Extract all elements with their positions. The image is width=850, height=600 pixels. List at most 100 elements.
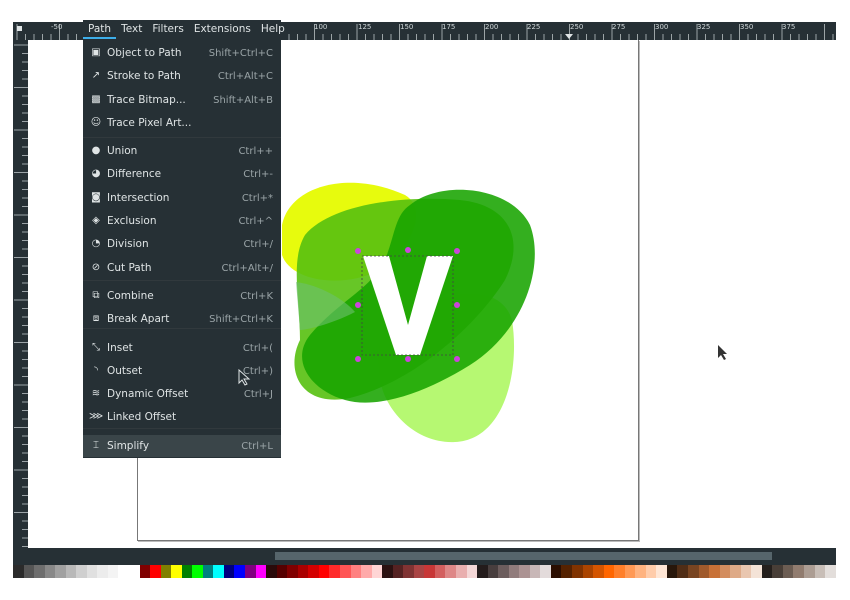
palette-swatch[interactable] xyxy=(255,565,267,578)
menu-item-exclusion[interactable]: ◈ Exclusion Ctrl+^ xyxy=(83,210,281,232)
menu-item-trace-pixel-art[interactable]: ☺ Trace Pixel Art... xyxy=(83,112,281,134)
palette-swatch[interactable] xyxy=(782,565,794,578)
palette-swatch[interactable] xyxy=(308,565,319,578)
palette-swatch[interactable] xyxy=(582,565,594,578)
menu-item-cut-path[interactable]: ⊘ Cut Path Ctrl+Alt+/ xyxy=(83,257,281,279)
palette-swatch[interactable] xyxy=(635,565,646,578)
palette-swatch[interactable] xyxy=(688,565,699,578)
palette-swatch[interactable] xyxy=(804,565,815,578)
menu-item-union[interactable]: ● Union Ctrl++ xyxy=(83,140,281,162)
palette-swatch[interactable] xyxy=(287,565,298,578)
palette-swatch[interactable] xyxy=(181,565,193,578)
palette-swatch[interactable] xyxy=(361,565,372,578)
menu-item-break-apart[interactable]: ⧈ Break Apart Shift+Ctrl+K xyxy=(83,308,281,330)
palette-swatch[interactable] xyxy=(540,565,551,578)
palette-swatch[interactable] xyxy=(550,565,562,578)
palette-swatch[interactable] xyxy=(276,565,288,578)
palette-swatch[interactable] xyxy=(107,565,119,578)
palette-swatch[interactable] xyxy=(13,565,24,578)
palette-swatch[interactable] xyxy=(529,565,541,578)
menu-help[interactable]: Help xyxy=(256,20,290,39)
palette-swatch[interactable] xyxy=(434,565,446,578)
palette-swatch[interactable] xyxy=(645,565,657,578)
palette-swatch[interactable] xyxy=(23,565,35,578)
palette-swatch[interactable] xyxy=(297,565,309,578)
palette-swatch[interactable] xyxy=(730,565,741,578)
palette-swatch[interactable] xyxy=(55,565,66,578)
palette-swatch[interactable] xyxy=(593,565,604,578)
palette-swatch[interactable] xyxy=(666,565,678,578)
palette-swatch[interactable] xyxy=(825,565,836,578)
palette-swatch[interactable] xyxy=(34,565,45,578)
menu-item-combine[interactable]: ⧉ Combine Ctrl+K xyxy=(83,285,281,307)
palette-swatch[interactable] xyxy=(719,565,731,578)
menu-item-stroke-to-path[interactable]: ↗ Stroke to Path Ctrl+Alt+C xyxy=(83,65,281,87)
menu-item-division[interactable]: ◔ Division Ctrl+/ xyxy=(83,233,281,255)
palette-swatch[interactable] xyxy=(129,565,140,578)
palette-swatch[interactable] xyxy=(118,565,130,578)
horizontal-scrollbar-thumb[interactable] xyxy=(275,552,772,560)
palette-swatch[interactable] xyxy=(740,565,752,578)
palette-swatch[interactable] xyxy=(97,565,108,578)
menu-item-object-to-path[interactable]: ▣ Object to Path Shift+Ctrl+C xyxy=(83,42,281,64)
palette-swatch[interactable] xyxy=(350,565,362,578)
menu-text[interactable]: Text xyxy=(116,20,147,39)
menu-item-intersection[interactable]: ◙ Intersection Ctrl+* xyxy=(83,187,281,209)
menu-item-trace-bitmap[interactable]: ▩ Trace Bitmap... Shift+Alt+B xyxy=(83,89,281,111)
palette-swatch[interactable] xyxy=(814,565,826,578)
menu-extensions[interactable]: Extensions xyxy=(189,20,256,39)
palette-swatch[interactable] xyxy=(266,565,277,578)
menu-path[interactable]: Path xyxy=(83,20,117,39)
palette-swatch[interactable] xyxy=(139,565,151,578)
palette-swatch[interactable] xyxy=(150,565,161,578)
palette-swatch[interactable] xyxy=(245,565,256,578)
menu-item-linked-offset[interactable]: ⋙ Linked Offset xyxy=(83,406,281,428)
menu-filters[interactable]: Filters xyxy=(147,20,188,39)
palette-swatch[interactable] xyxy=(698,565,710,578)
menu-item-inset[interactable]: ⤡ Inset Ctrl+( xyxy=(83,337,281,359)
palette-swatch[interactable] xyxy=(477,565,488,578)
palette-swatch[interactable] xyxy=(86,565,98,578)
palette-swatch[interactable] xyxy=(76,565,87,578)
palette-swatch[interactable] xyxy=(751,565,762,578)
palette-swatch[interactable] xyxy=(624,565,636,578)
palette-swatch[interactable] xyxy=(382,565,393,578)
palette-swatch[interactable] xyxy=(561,565,572,578)
palette-swatch[interactable] xyxy=(466,565,478,578)
palette-swatch[interactable] xyxy=(392,565,404,578)
palette-swatch[interactable] xyxy=(213,565,224,578)
palette-swatch[interactable] xyxy=(202,565,214,578)
palette-swatch[interactable] xyxy=(329,565,340,578)
menu-item-difference[interactable]: ◕ Difference Ctrl+- xyxy=(83,163,281,185)
palette-swatch[interactable] xyxy=(160,565,172,578)
palette-swatch[interactable] xyxy=(371,565,383,578)
palette-swatch[interactable] xyxy=(403,565,414,578)
palette-swatch[interactable] xyxy=(234,565,246,578)
palette-swatch[interactable] xyxy=(192,565,203,578)
palette-swatch[interactable] xyxy=(519,565,530,578)
palette-swatch[interactable] xyxy=(614,565,625,578)
palette-swatch[interactable] xyxy=(603,565,615,578)
palette-swatch[interactable] xyxy=(508,565,520,578)
palette-swatch[interactable] xyxy=(498,565,509,578)
palette-swatch[interactable] xyxy=(656,565,667,578)
palette-swatch[interactable] xyxy=(455,565,467,578)
palette-swatch[interactable] xyxy=(772,565,783,578)
palette-swatch[interactable] xyxy=(413,565,425,578)
palette-swatch[interactable] xyxy=(44,565,56,578)
palette-swatch[interactable] xyxy=(318,565,330,578)
palette-swatch[interactable] xyxy=(793,565,805,578)
menu-item-simplify[interactable]: ⌶ Simplify Ctrl+L xyxy=(83,435,281,457)
palette-swatch[interactable] xyxy=(761,565,773,578)
palette-swatch[interactable] xyxy=(709,565,720,578)
palette-swatch[interactable] xyxy=(487,565,499,578)
palette-swatch[interactable] xyxy=(445,565,456,578)
palette-swatch[interactable] xyxy=(223,565,235,578)
palette-swatch[interactable] xyxy=(571,565,583,578)
palette-swatch[interactable] xyxy=(171,565,182,578)
palette-swatch[interactable] xyxy=(424,565,435,578)
color-palette[interactable] xyxy=(13,565,836,578)
palette-swatch[interactable] xyxy=(339,565,351,578)
palette-swatch[interactable] xyxy=(65,565,77,578)
palette-swatch[interactable] xyxy=(677,565,688,578)
